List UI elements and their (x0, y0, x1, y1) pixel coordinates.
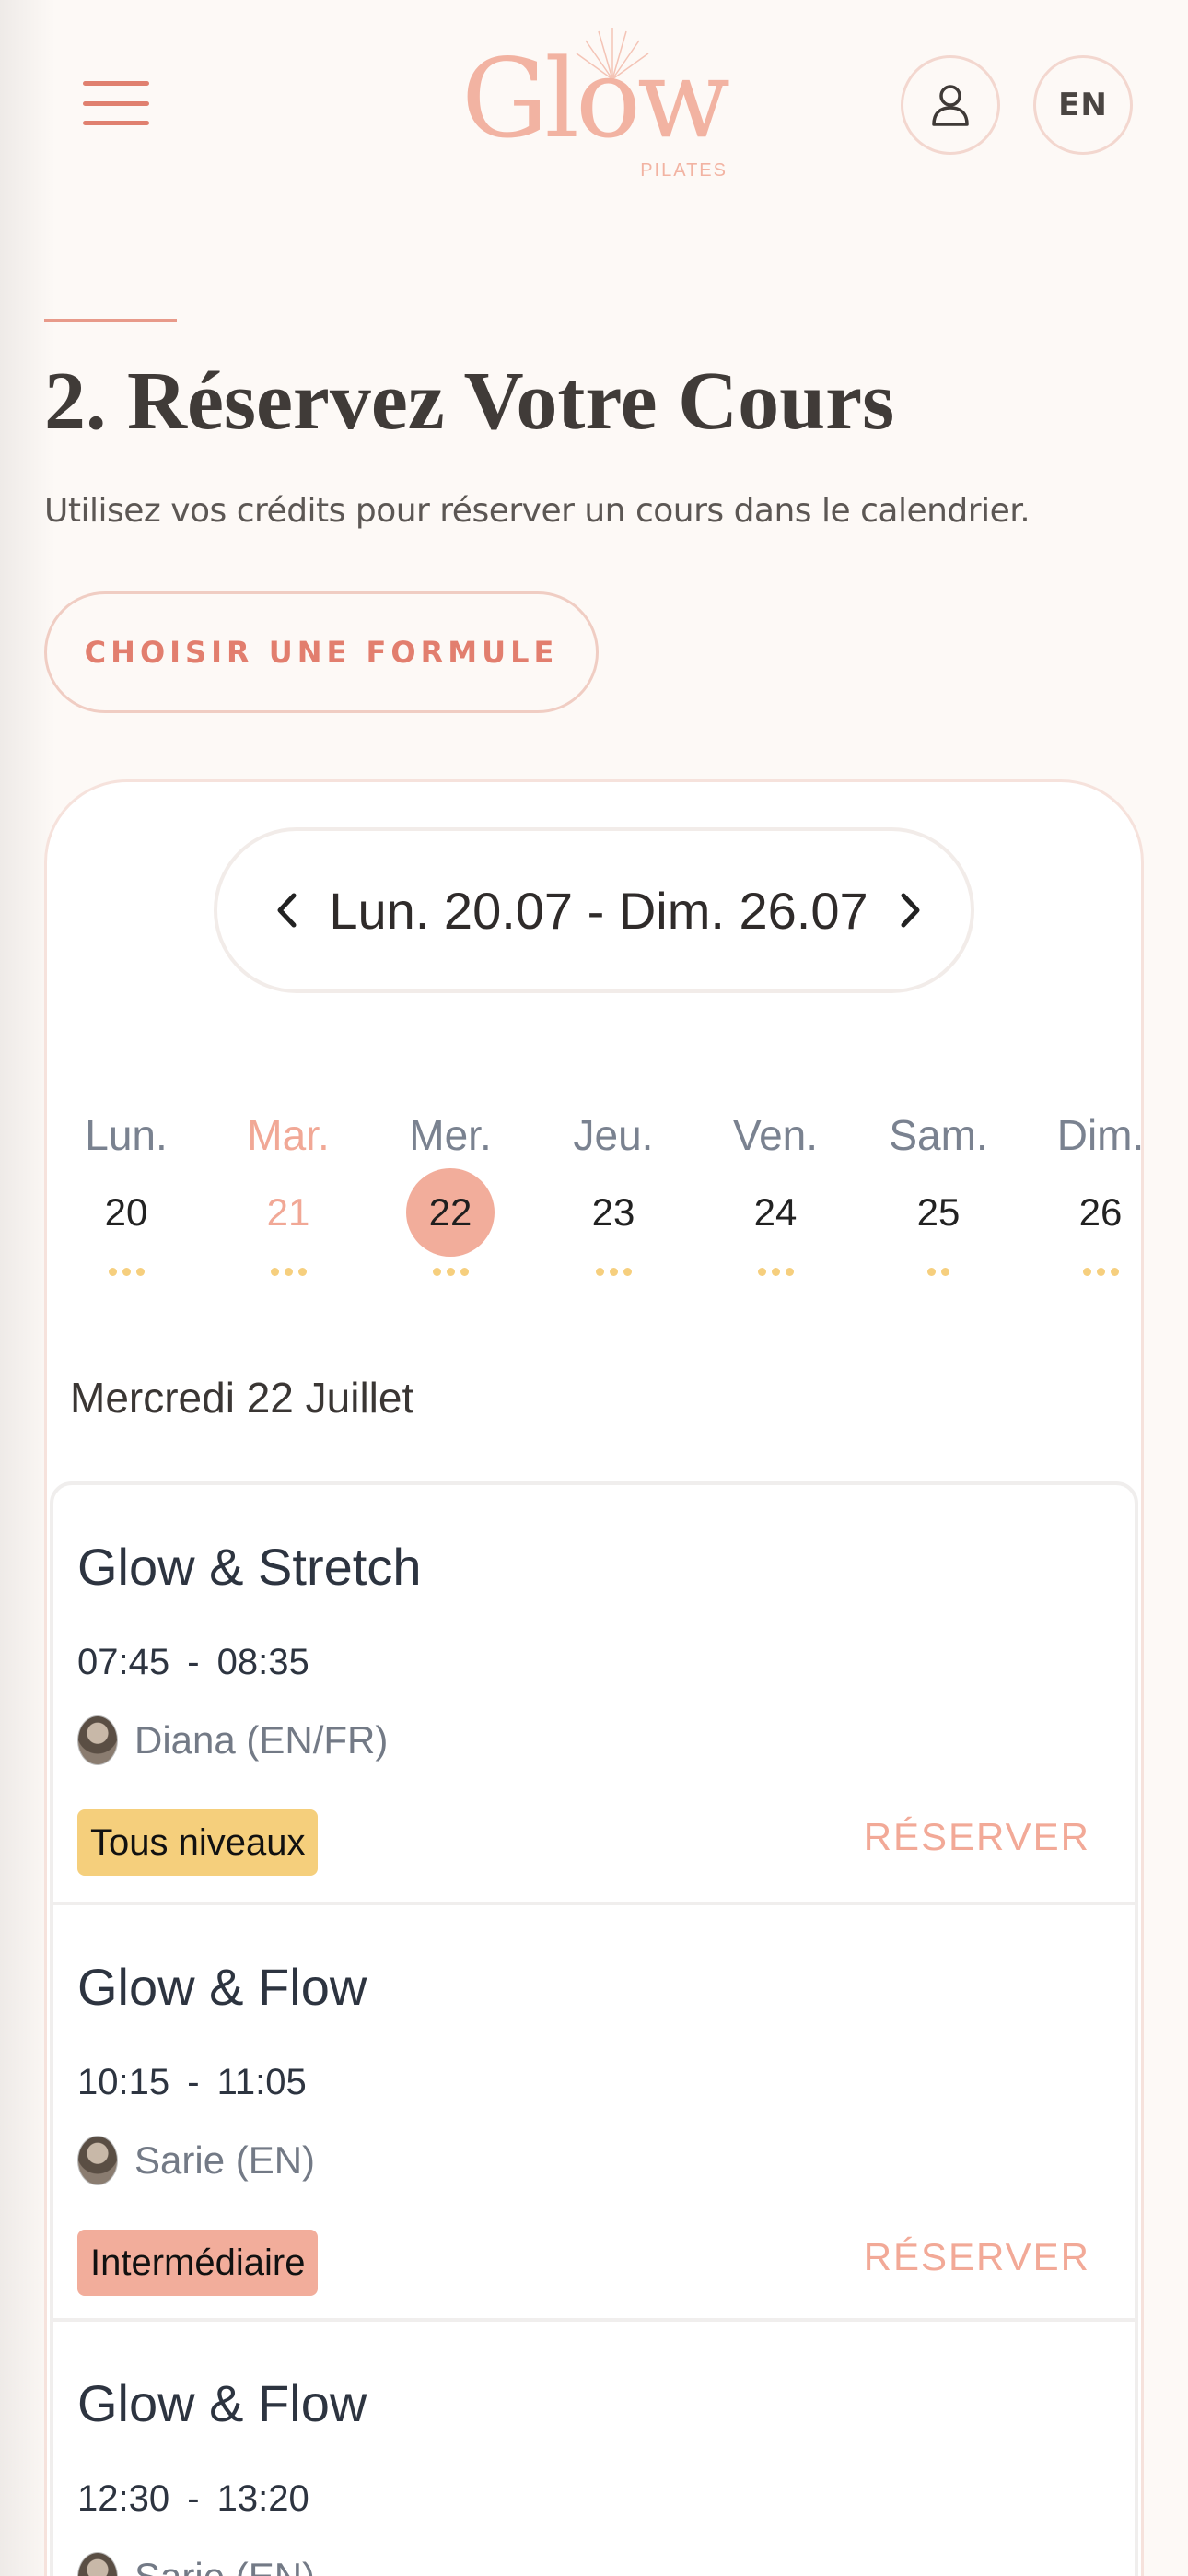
user-icon (932, 85, 969, 126)
teacher-name: Sarie (EN) (134, 2138, 316, 2182)
class-title: Glow & Flow (77, 2374, 367, 2432)
availability-dot (623, 1267, 632, 1276)
class-end-time: 11:05 (216, 2062, 307, 2102)
availability-dot (284, 1267, 293, 1276)
availability-dots (927, 1262, 949, 1281)
availability-dot (135, 1267, 145, 1276)
class-title: Glow & Flow (77, 1958, 367, 2016)
class-time: 12:30 - 13:20 (77, 2478, 309, 2519)
availability-dot (270, 1267, 279, 1276)
availability-dot (1082, 1267, 1091, 1276)
teacher: Diana (EN/FR) (77, 1715, 388, 1765)
day-number: 25 (916, 1190, 961, 1234)
day-number: 26 (1078, 1190, 1123, 1234)
availability-dot (771, 1267, 780, 1276)
class-card: Glow & Flow 10:15 - 11:05 Sarie (EN) Int… (50, 1902, 1138, 2322)
availability-dot (927, 1267, 936, 1276)
teacher-name: Diana (EN/FR) (134, 1718, 389, 1762)
day-number: 20 (104, 1190, 148, 1234)
logo-wordmark: Glow (460, 35, 730, 162)
teacher-name: Sarie (EN) (134, 2555, 315, 2576)
teacher-avatar (77, 1715, 118, 1765)
class-time: 07:45 - 08:35 (77, 1642, 309, 1682)
class-start-time: 10:15 (77, 2062, 170, 2102)
availability-dot (609, 1267, 618, 1276)
teacher: Sarie (EN) (77, 2552, 315, 2576)
day-column[interactable]: Mar. 21 (210, 1106, 367, 1308)
availability-dots (432, 1262, 469, 1281)
availability-dot (785, 1267, 794, 1276)
day-column[interactable]: Ven. 24 (697, 1106, 854, 1308)
availability-dot (460, 1267, 469, 1276)
availability-dot (297, 1267, 307, 1276)
availability-dot (941, 1267, 949, 1276)
availability-dots (595, 1262, 632, 1281)
reserve-button[interactable]: RÉSERVER (864, 2235, 1090, 2279)
availability-dot (446, 1267, 455, 1276)
day-column[interactable]: Jeu. 23 (535, 1106, 692, 1308)
selected-date-heading: Mercredi 22 Juillet (70, 1374, 414, 1422)
reserve-button[interactable]: RÉSERVER (864, 1815, 1090, 1859)
language-toggle-button[interactable]: EN (1033, 55, 1133, 155)
page-title: 2. Réservez Votre Cours (44, 356, 895, 447)
teacher-avatar (77, 2552, 118, 2576)
day-number: 21 (266, 1190, 310, 1234)
class-end-time: 08:35 (216, 1642, 309, 1682)
availability-dot (122, 1267, 131, 1276)
availability-dot (1096, 1267, 1105, 1276)
class-start-time: 12:30 (77, 2478, 170, 2519)
class-end-time: 13:20 (216, 2478, 309, 2519)
availability-dots (270, 1262, 307, 1281)
class-title: Glow & Stretch (77, 1538, 422, 1596)
section-accent-line (44, 319, 177, 322)
class-time: 10:15 - 11:05 (77, 2062, 307, 2102)
day-name: Lun. (85, 1111, 168, 1159)
chevron-right-icon (901, 893, 920, 928)
availability-dot (432, 1267, 441, 1276)
availability-dots (1082, 1262, 1119, 1281)
brand-logo[interactable]: Glow PILATES (442, 26, 746, 187)
availability-dot (108, 1267, 117, 1276)
availability-dot (757, 1267, 766, 1276)
teacher-avatar (77, 2136, 118, 2185)
day-number: 24 (753, 1190, 798, 1234)
day-name: Mer. (409, 1111, 492, 1159)
next-week-button[interactable] (888, 883, 934, 938)
day-column[interactable]: Dim. 26 (1022, 1106, 1179, 1308)
prev-week-button[interactable] (263, 883, 309, 938)
availability-dot (595, 1267, 604, 1276)
day-name: Dim. (1056, 1111, 1145, 1159)
day-name: Ven. (732, 1111, 819, 1159)
class-card: Glow & Stretch 07:45 - 08:35 Diana (EN/F… (50, 1481, 1138, 1905)
chevron-left-icon (277, 893, 297, 928)
day-number: 23 (591, 1190, 635, 1234)
logo-subtitle: PILATES (640, 160, 728, 181)
week-navigator: Lun. 20.07 - Dim. 26.07 (214, 827, 974, 993)
day-column-selected[interactable]: Mer. 22 (372, 1106, 529, 1308)
level-badge: Intermédiaire (77, 2230, 319, 2296)
account-button[interactable] (901, 55, 1000, 155)
day-name: Jeu. (573, 1111, 654, 1159)
menu-line (83, 121, 149, 125)
day-name: Sam. (889, 1111, 988, 1159)
week-days-row: Lun. 20 Mar. 21 Mer. 22 Jeu. 23 Ven. 24 … (48, 1106, 1181, 1308)
availability-dots (757, 1262, 794, 1281)
class-card: Glow & Flow 12:30 - 13:20 Sarie (EN) (50, 2318, 1138, 2576)
level-badge: Tous niveaux (77, 1809, 319, 1876)
day-number: 22 (406, 1168, 495, 1257)
availability-dots (108, 1262, 145, 1281)
availability-dot (1110, 1267, 1119, 1276)
choose-plan-button[interactable]: CHOISIR UNE FORMULE (44, 591, 599, 713)
week-range-label: Lun. 20.07 - Dim. 26.07 (329, 881, 868, 940)
menu-line (83, 81, 149, 86)
page-subtitle: Utilisez vos crédits pour réserver un co… (44, 492, 1031, 530)
day-column[interactable]: Lun. 20 (48, 1106, 204, 1308)
menu-line (83, 100, 149, 106)
hamburger-menu-icon[interactable] (83, 81, 149, 125)
class-start-time: 07:45 (77, 1642, 170, 1682)
day-name: Mar. (247, 1111, 330, 1159)
day-column[interactable]: Sam. 25 (860, 1106, 1017, 1308)
teacher: Sarie (EN) (77, 2136, 315, 2185)
